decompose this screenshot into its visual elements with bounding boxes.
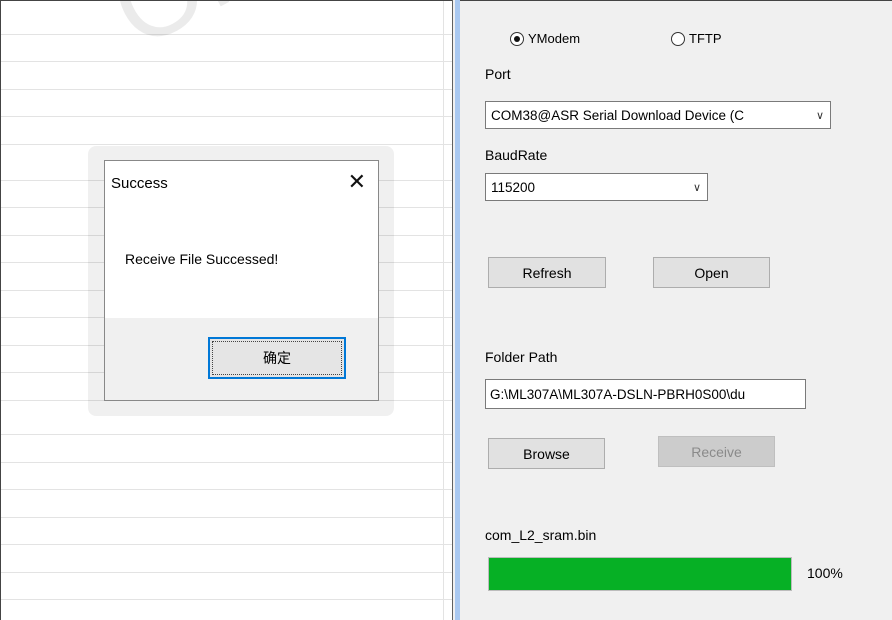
baudrate-select[interactable]: 115200 ∨ [485,173,708,201]
folder-path-input[interactable]: G:\ML307A\ML307A-DSLN-PBRH0S00\du [485,379,806,409]
baudrate-select-value: 115200 [491,179,536,195]
watermark-text: OneMO [91,1,452,73]
progress-bar [488,557,792,591]
folder-path-label: Folder Path [485,349,558,365]
baudrate-label: BaudRate [485,147,548,163]
close-icon[interactable]: ✕ [348,169,366,195]
grid-line [1,572,452,573]
grid-line [1,89,452,90]
pane-splitter[interactable] [452,0,460,620]
browse-button[interactable]: Browse [488,438,605,469]
open-button[interactable]: Open [653,257,770,288]
grid-line [1,462,452,463]
transfer-panel: YModem TFTP Port COM38@ASR Serial Downlo… [460,0,892,620]
dialog-message: Receive File Successed! [125,251,279,267]
radio-tftp[interactable]: TFTP [671,31,722,46]
radio-unchecked-icon [671,31,685,46]
chevron-down-icon: ∨ [815,109,825,122]
progress-fill [489,558,791,590]
radio-tftp-label: TFTP [689,31,722,46]
grid-line [1,144,452,145]
grid-line [1,61,452,62]
grid-line [1,489,452,490]
port-select[interactable]: COM38@ASR Serial Download Device (C ∨ [485,101,831,129]
grid-line [1,434,452,435]
grid-line [1,116,452,117]
radio-checked-icon [510,31,524,46]
progress-percent: 100% [807,565,843,581]
refresh-button[interactable]: Refresh [488,257,606,288]
grid-line [1,599,452,600]
radio-ymodem-label: YModem [528,31,581,46]
port-select-value: COM38@ASR Serial Download Device (C [491,107,745,123]
dialog-title: Success [111,175,168,192]
ok-button[interactable]: 确定 [208,337,346,379]
file-name-label: com_L2_sram.bin [485,527,597,543]
chevron-down-icon: ∨ [692,181,702,194]
grid-line [1,34,452,35]
receive-button[interactable]: Receive [658,436,775,467]
grid-line [1,544,452,545]
radio-ymodem[interactable]: YModem [510,31,580,46]
grid-line [1,517,452,518]
grid-vline [443,1,444,620]
port-label: Port [485,66,511,82]
